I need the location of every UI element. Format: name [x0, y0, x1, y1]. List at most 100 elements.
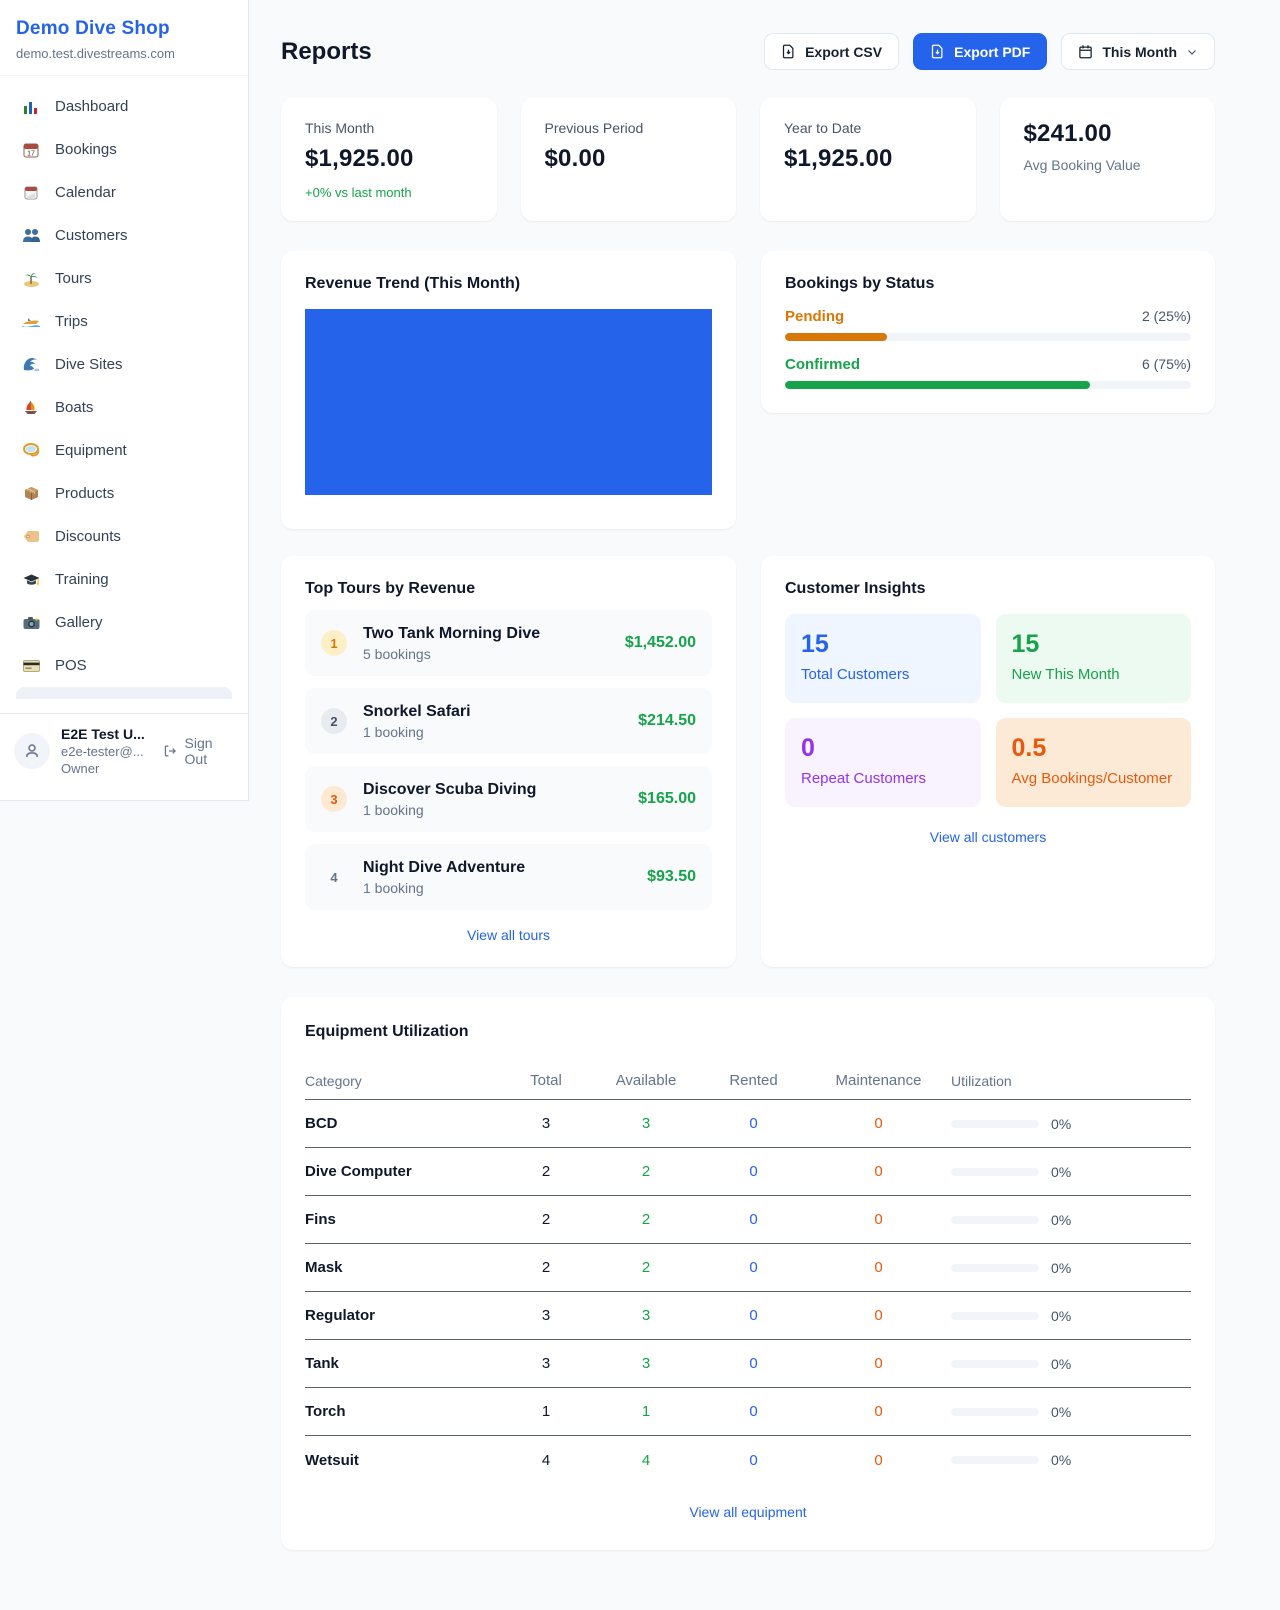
stat-value: $1,925.00: [305, 145, 473, 173]
sidebar-item-label: Gallery: [55, 614, 103, 631]
sidebar-item-gallery[interactable]: Gallery: [8, 601, 240, 644]
tile-label: Repeat Customers: [801, 770, 965, 787]
sidebar-item-products[interactable]: Products: [8, 472, 240, 515]
avatar: [14, 733, 50, 769]
stat-value: $241.00: [1024, 120, 1192, 148]
tile-value: 15: [801, 630, 965, 659]
tile-label: Avg Bookings/Customer: [1012, 770, 1176, 787]
revenue-trend-title: Revenue Trend (This Month): [305, 275, 712, 293]
tear-off-calendar-icon: [21, 184, 41, 202]
tile-total-customers: 15 Total Customers: [785, 614, 981, 703]
table-row: Wetsuit 4 4 0 0 0%: [305, 1436, 1191, 1484]
bookings-by-status-card: Bookings by Status Pending 2 (25%) Confi…: [761, 251, 1215, 413]
sidebar-nav: Dashboard 17 Bookings Calendar Customers…: [0, 76, 248, 699]
table-header-row: Category Total Available Rented Maintena…: [305, 1062, 1191, 1100]
people-icon: [21, 227, 41, 245]
cell-rented: 0: [701, 1307, 806, 1324]
cell-utilization: 0%: [1051, 1356, 1071, 1372]
tour-row: 2 Snorkel Safari 1 booking $214.50: [305, 688, 712, 754]
tour-revenue: $165.00: [638, 790, 696, 808]
status-row-pending: Pending 2 (25%): [785, 308, 1191, 341]
sailboat-icon: [21, 399, 41, 417]
page-title: Reports: [281, 38, 372, 66]
sidebar-item-label: Dashboard: [55, 98, 128, 115]
bookings-by-status-title: Bookings by Status: [785, 275, 1191, 293]
sidebar-item-active-partial[interactable]: [16, 687, 232, 699]
person-icon: [23, 742, 41, 760]
cell-utilization: 0%: [1051, 1164, 1071, 1180]
sidebar-item-dashboard[interactable]: Dashboard: [8, 85, 240, 128]
sidebar-item-training[interactable]: Training: [8, 558, 240, 601]
shop-name: Demo Dive Shop: [16, 18, 232, 40]
cell-maintenance: 0: [806, 1259, 951, 1276]
sidebar-item-discounts[interactable]: Discounts: [8, 515, 240, 558]
column-header: Maintenance: [806, 1072, 951, 1089]
cell-maintenance: 0: [806, 1355, 951, 1372]
sidebar-item-tours[interactable]: Tours: [8, 257, 240, 300]
cell-rented: 0: [701, 1163, 806, 1180]
sidebar-item-trips[interactable]: Trips: [8, 300, 240, 343]
export-csv-button[interactable]: Export CSV: [764, 33, 899, 70]
view-all-tours-link[interactable]: View all tours: [305, 927, 712, 943]
calendar-icon: [1078, 44, 1093, 59]
sidebar-item-pos[interactable]: POS: [8, 644, 240, 687]
tour-name: Night Dive Adventure: [363, 859, 647, 877]
cell-category: Dive Computer: [305, 1163, 501, 1180]
progress-fill: [785, 381, 1090, 389]
cell-total: 4: [501, 1452, 591, 1469]
utilization-bar: [951, 1264, 1039, 1272]
tour-revenue: $93.50: [647, 868, 696, 886]
tile-new-this-month: 15 New This Month: [996, 614, 1192, 703]
file-download-icon: [930, 44, 945, 59]
rank-badge: 4: [321, 864, 347, 890]
period-label: This Month: [1102, 44, 1177, 60]
progress-track: [785, 333, 1191, 341]
view-all-equipment-link[interactable]: View all equipment: [305, 1504, 1191, 1520]
export-pdf-button[interactable]: Export PDF: [913, 33, 1047, 70]
cell-utilization: 0%: [1051, 1404, 1071, 1420]
equipment-utilization-card: Equipment Utilization Category Total Ava…: [281, 997, 1215, 1550]
sidebar-item-boats[interactable]: Boats: [8, 386, 240, 429]
tile-label: New This Month: [1012, 666, 1176, 683]
customer-insights-card: Customer Insights 15 Total Customers 15 …: [761, 556, 1215, 967]
insights-row: Top Tours by Revenue 1 Two Tank Morning …: [281, 556, 1215, 967]
tile-value: 0: [801, 734, 965, 763]
sidebar-item-calendar[interactable]: Calendar: [8, 171, 240, 214]
cell-category: Torch: [305, 1403, 501, 1420]
tour-revenue: $1,452.00: [625, 634, 696, 652]
tour-bookings: 1 booking: [363, 880, 647, 896]
insight-tiles: 15 Total Customers 15 New This Month 0 R…: [785, 614, 1191, 807]
export-pdf-label: Export PDF: [954, 44, 1030, 60]
sidebar-item-equipment[interactable]: Equipment: [8, 429, 240, 472]
cell-available: 3: [591, 1355, 701, 1372]
progress-fill: [785, 333, 887, 341]
status-row-confirmed: Confirmed 6 (75%): [785, 356, 1191, 389]
sidebar: Demo Dive Shop demo.test.divestreams.com…: [0, 0, 249, 801]
sidebar-item-dive-sites[interactable]: Dive Sites: [8, 343, 240, 386]
progress-track: [785, 381, 1191, 389]
cell-category: Fins: [305, 1211, 501, 1228]
cell-category: Tank: [305, 1355, 501, 1372]
view-all-customers-link[interactable]: View all customers: [785, 829, 1191, 845]
speedboat-icon: [21, 313, 41, 331]
export-csv-label: Export CSV: [805, 44, 882, 60]
diving-mask-icon: [21, 442, 41, 460]
utilization-bar: [951, 1168, 1039, 1176]
column-header: Available: [591, 1072, 701, 1089]
period-dropdown[interactable]: This Month: [1061, 33, 1215, 70]
tile-label: Total Customers: [801, 666, 965, 683]
cell-total: 3: [501, 1115, 591, 1132]
cell-utilization: 0%: [1051, 1212, 1071, 1228]
sign-out-button[interactable]: Sign Out: [163, 735, 234, 767]
cell-total: 1: [501, 1403, 591, 1420]
tour-name: Two Tank Morning Dive: [363, 625, 625, 643]
cell-rented: 0: [701, 1115, 806, 1132]
sidebar-item-customers[interactable]: Customers: [8, 214, 240, 257]
cell-total: 2: [501, 1211, 591, 1228]
status-label: Pending: [785, 308, 844, 325]
tour-bookings: 5 bookings: [363, 646, 625, 662]
sidebar-item-label: Bookings: [55, 141, 117, 158]
tour-revenue: $214.50: [638, 712, 696, 730]
tile-value: 15: [1012, 630, 1176, 659]
sidebar-item-bookings[interactable]: 17 Bookings: [8, 128, 240, 171]
